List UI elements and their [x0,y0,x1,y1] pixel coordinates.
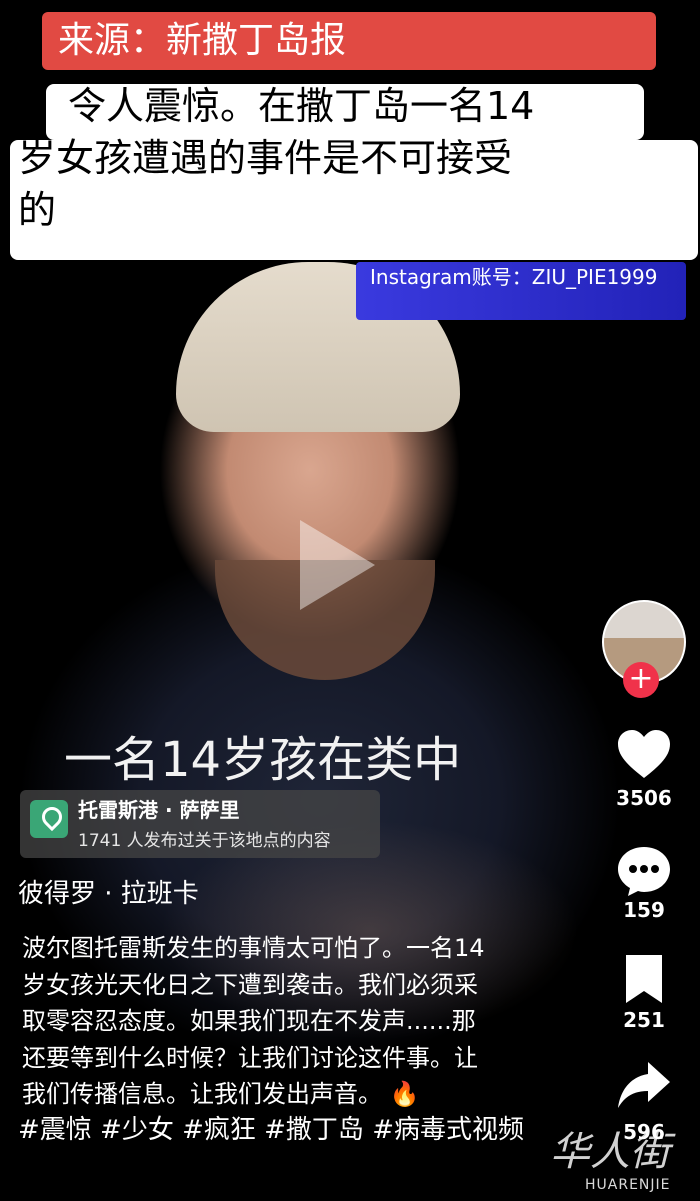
follow-button[interactable]: + [623,662,659,698]
watermark-logo: 华人街 [550,1129,670,1175]
post-description: 波尔图托雷斯发生的事情太可怕了。一名14 岁女孩光天化日之下遭到袭击。我们必须采… [22,930,562,1113]
description-line: 取零容忍态度。如果我们现在不发声......那 [22,1007,476,1035]
location-pin-icon [30,800,68,838]
fire-emoji: 🔥 [389,1080,420,1108]
likes-count: 3506 [616,786,672,810]
location-title[interactable]: 托雷斯港 · 萨萨里 [78,796,240,824]
heart-icon[interactable] [616,728,672,780]
source-banner-text: 来源：新撒丁岛报 [58,20,347,61]
hashtags[interactable]: #震惊 #少女 #疯狂 #撒丁岛 #病毒式视频 [18,1114,538,1147]
headline-line-3: 的 [18,188,57,232]
author-name[interactable]: 彼得罗 · 拉班卡 [18,876,199,912]
headline-text: 令人震惊。在撒丁岛一名14 岁女孩遭遇的事件是不可接受 的 [18,80,678,236]
description-line-text: 我们传播信息。让我们发出声音。 [22,1080,382,1108]
comments-count: 159 [623,898,665,922]
play-icon[interactable] [300,520,375,610]
headline-line-1: 令人震惊。在撒丁岛一名14 [68,84,535,128]
headline-line-2: 岁女孩遭遇的事件是不可接受 [18,136,513,180]
description-line: 还要等到什么时候？让我们讨论这件事。让 [22,1043,478,1072]
watermark-text: HUARENJIE [585,1177,671,1193]
location-subtitle: 1741 人发布过关于该地点的内容 [78,831,331,851]
bookmarks-count: 251 [623,1008,665,1032]
instagram-account-text: Instagram账号：ZIU_PIE1999 [370,265,658,289]
share-icon[interactable] [616,1060,672,1112]
bookmark-icon[interactable] [616,953,672,1005]
description-line: 波尔图托雷斯发生的事情太可怕了。一名14 [22,934,485,962]
comment-icon[interactable] [616,845,672,897]
video-subtitle: 一名14岁孩在类中 [64,732,462,788]
description-line: 岁女孩光天化日之下遭到袭击。我们必须采 [22,970,478,999]
description-line: 我们传播信息。让我们发出声音。 🔥 [22,1076,562,1113]
